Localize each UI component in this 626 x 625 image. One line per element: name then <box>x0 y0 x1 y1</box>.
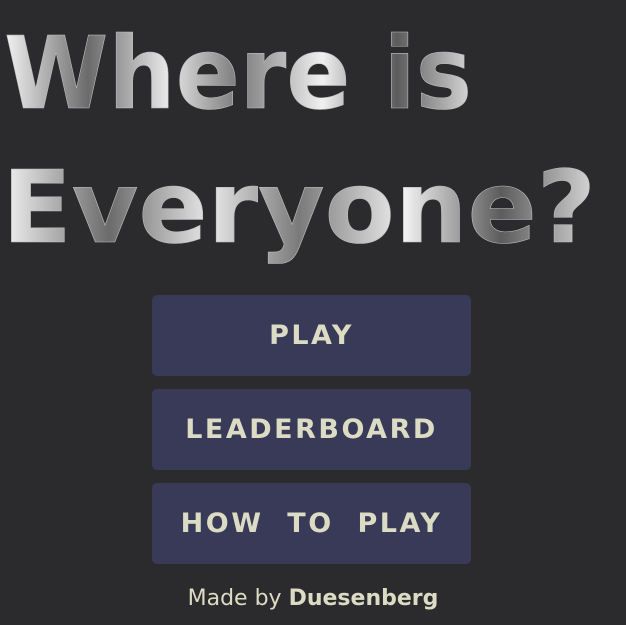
credits-author: Duesenberg <box>288 586 439 611</box>
game-title-logo: Where is Everyone? <box>2 15 597 267</box>
how-to-play-button[interactable]: HOW TO PLAY <box>152 483 471 564</box>
title-line-2: Everyone? <box>2 149 596 266</box>
credits-prefix: Made by <box>187 586 282 611</box>
credits: Made by Duesenberg <box>0 586 626 611</box>
play-button[interactable]: PLAY <box>152 295 471 376</box>
game-title: Where is Everyone? <box>0 0 626 275</box>
main-menu: PLAY LEADERBOARD HOW TO PLAY <box>152 295 471 577</box>
title-line-1: Where is <box>4 15 472 132</box>
leaderboard-button[interactable]: LEADERBOARD <box>152 389 471 470</box>
